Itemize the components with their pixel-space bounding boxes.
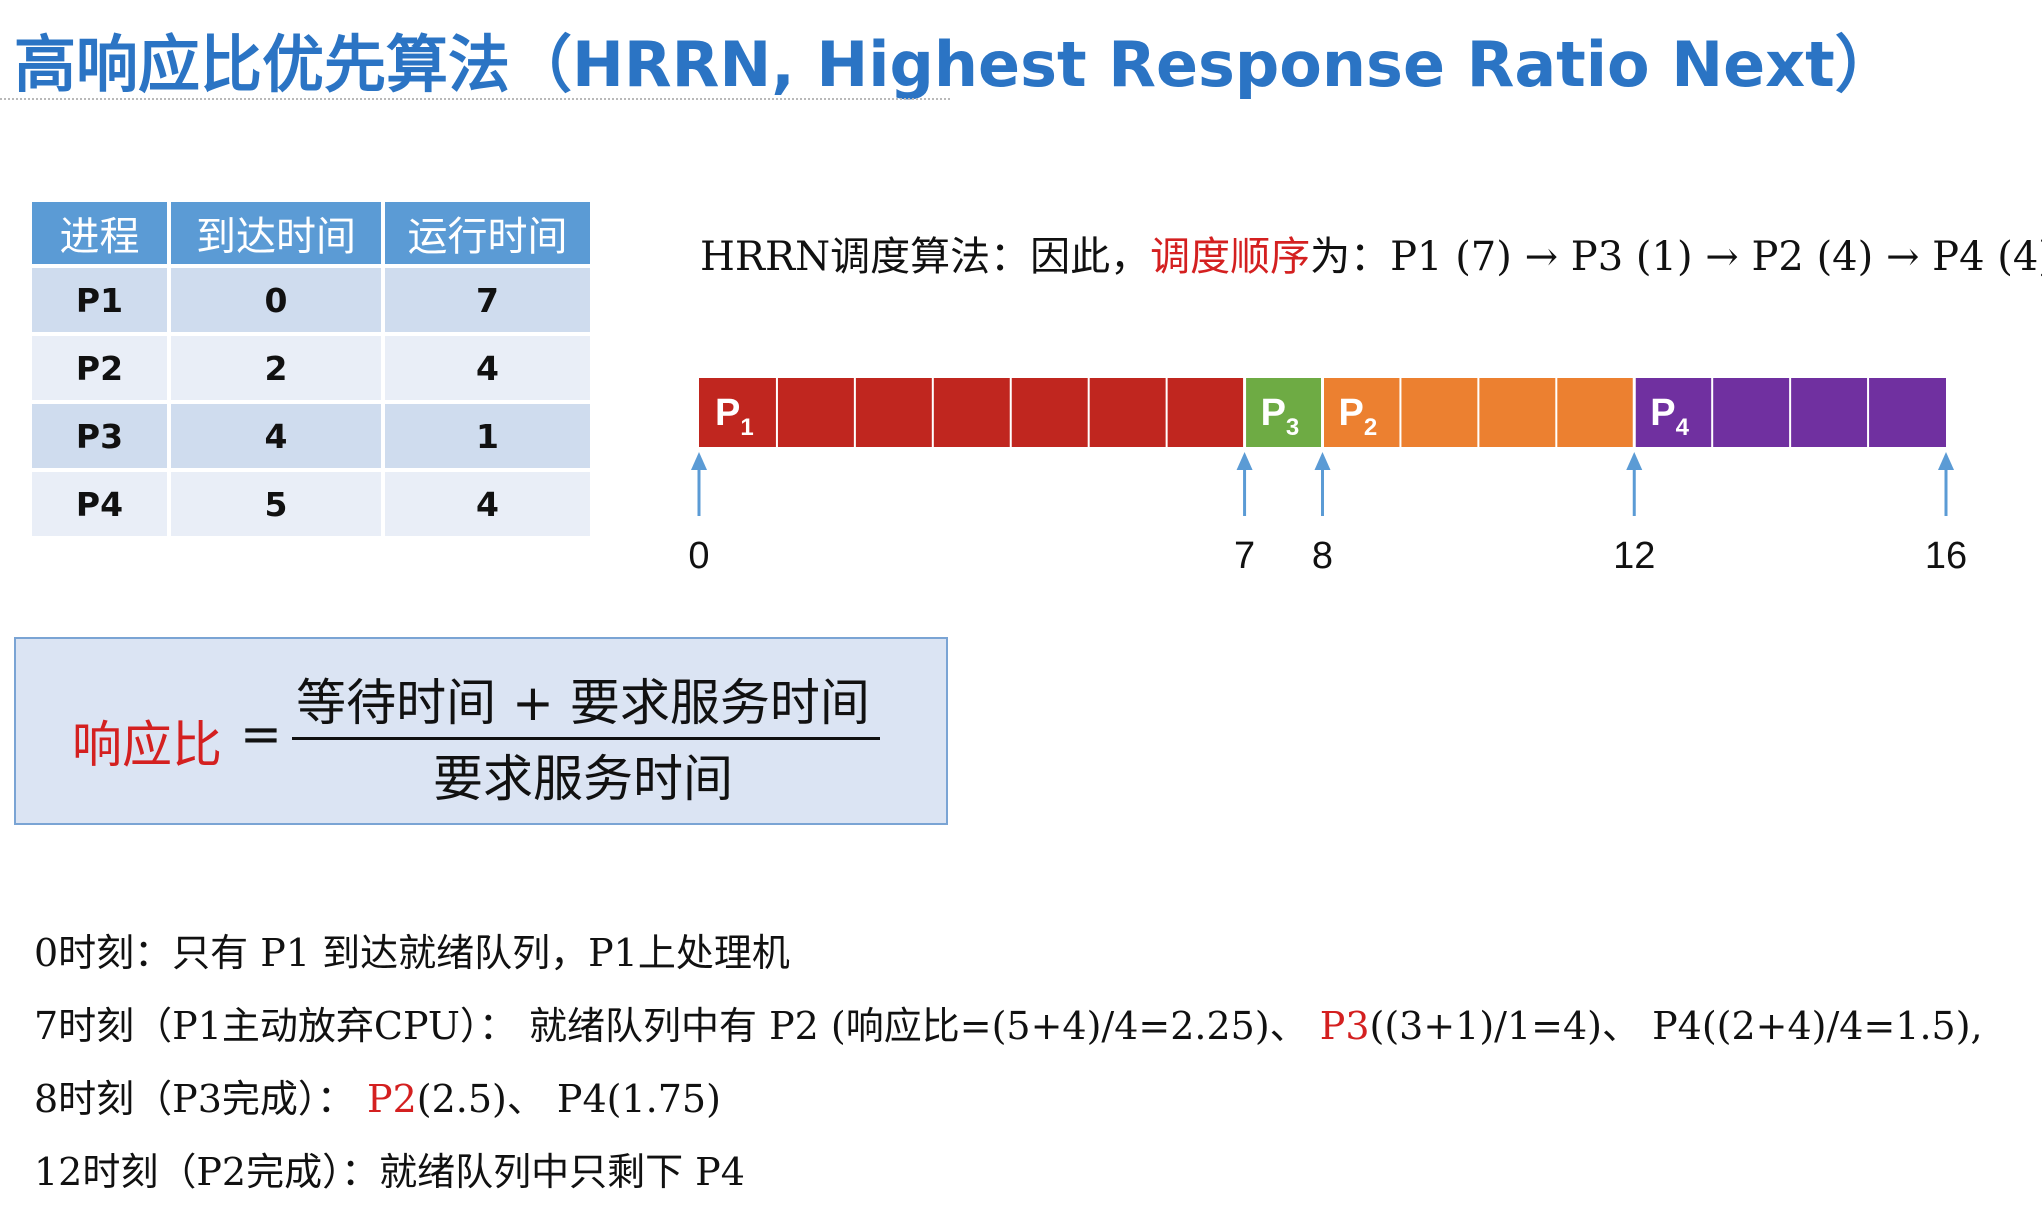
note-line: 7时刻（P1主动放弃CPU）： 就绪队列中有 P2 (响应比=(5+4)/4=2… xyxy=(34,1001,1983,1074)
segment-label-main: P xyxy=(1261,392,1286,434)
segment-label-sub: 1 xyxy=(740,414,753,441)
note-line: 8时刻（P3完成）： P2(2.5)、 P4(1.75) xyxy=(34,1074,1983,1147)
time-tick-label: 12 xyxy=(1613,535,1655,577)
time-tick-label: 0 xyxy=(688,535,709,577)
time-arrow-head xyxy=(1314,452,1331,470)
formula-numerator: 等待时间 + 要求服务时间 xyxy=(296,674,870,732)
formula-denominator: 要求服务时间 xyxy=(433,750,733,808)
note-highlight: P2 xyxy=(367,1077,417,1121)
note-text: (2.5)、 P4(1.75) xyxy=(416,1077,721,1121)
segment-label-main: P xyxy=(1339,392,1364,434)
segment-label-sub: 3 xyxy=(1286,414,1299,441)
time-tick-label: 16 xyxy=(1925,535,1967,577)
note-text: 7时刻（P1主动放弃CPU）： 就绪队列中有 P2 (响应比=(5+4)/4=2… xyxy=(34,1004,1320,1048)
gantt-chart: P1 P3 P2 P40 7 8 12 16 xyxy=(688,378,1967,577)
note-highlight: P3 xyxy=(1319,1004,1370,1048)
time-arrow-head xyxy=(1236,452,1253,470)
formula-equals: = xyxy=(240,705,282,763)
segment-label-main: P xyxy=(715,392,740,434)
note-line: 12时刻（P2完成）：就绪队列中只剩下 P4 xyxy=(34,1147,1983,1220)
time-arrow-head xyxy=(1938,452,1954,470)
note-text: 8时刻（P3完成）： xyxy=(34,1077,368,1121)
segment-label-sub: 2 xyxy=(1364,414,1377,441)
segment-label-main: P xyxy=(1650,392,1675,434)
time-tick-label: 8 xyxy=(1312,535,1333,577)
segment-label-sub: 4 xyxy=(1676,414,1690,441)
note-text: 0时刻：只有 P1 到达就绪队列，P1上处理机 xyxy=(34,931,790,975)
note-text: 12时刻（P2完成）：就绪队列中只剩下 P4 xyxy=(34,1150,745,1194)
time-arrow-head xyxy=(1626,452,1643,470)
explanation-notes: 0时刻：只有 P1 到达就绪队列，P1上处理机 7时刻（P1主动放弃CPU）： 就… xyxy=(34,928,1983,1220)
formula-lhs: 响应比 xyxy=(72,716,222,774)
note-text: ((3+1)/1=4)、 P4((2+4)/4=1.5), xyxy=(1369,1004,1983,1048)
gantt-segment xyxy=(699,378,1245,447)
time-tick-label: 7 xyxy=(1234,535,1255,577)
note-line: 0时刻：只有 P1 到达就绪队列，P1上处理机 xyxy=(34,928,1983,1001)
time-arrow-head xyxy=(691,452,707,470)
response-ratio-formula: 响应比 = 等待时间 + 要求服务时间 要求服务时间 xyxy=(14,637,948,825)
